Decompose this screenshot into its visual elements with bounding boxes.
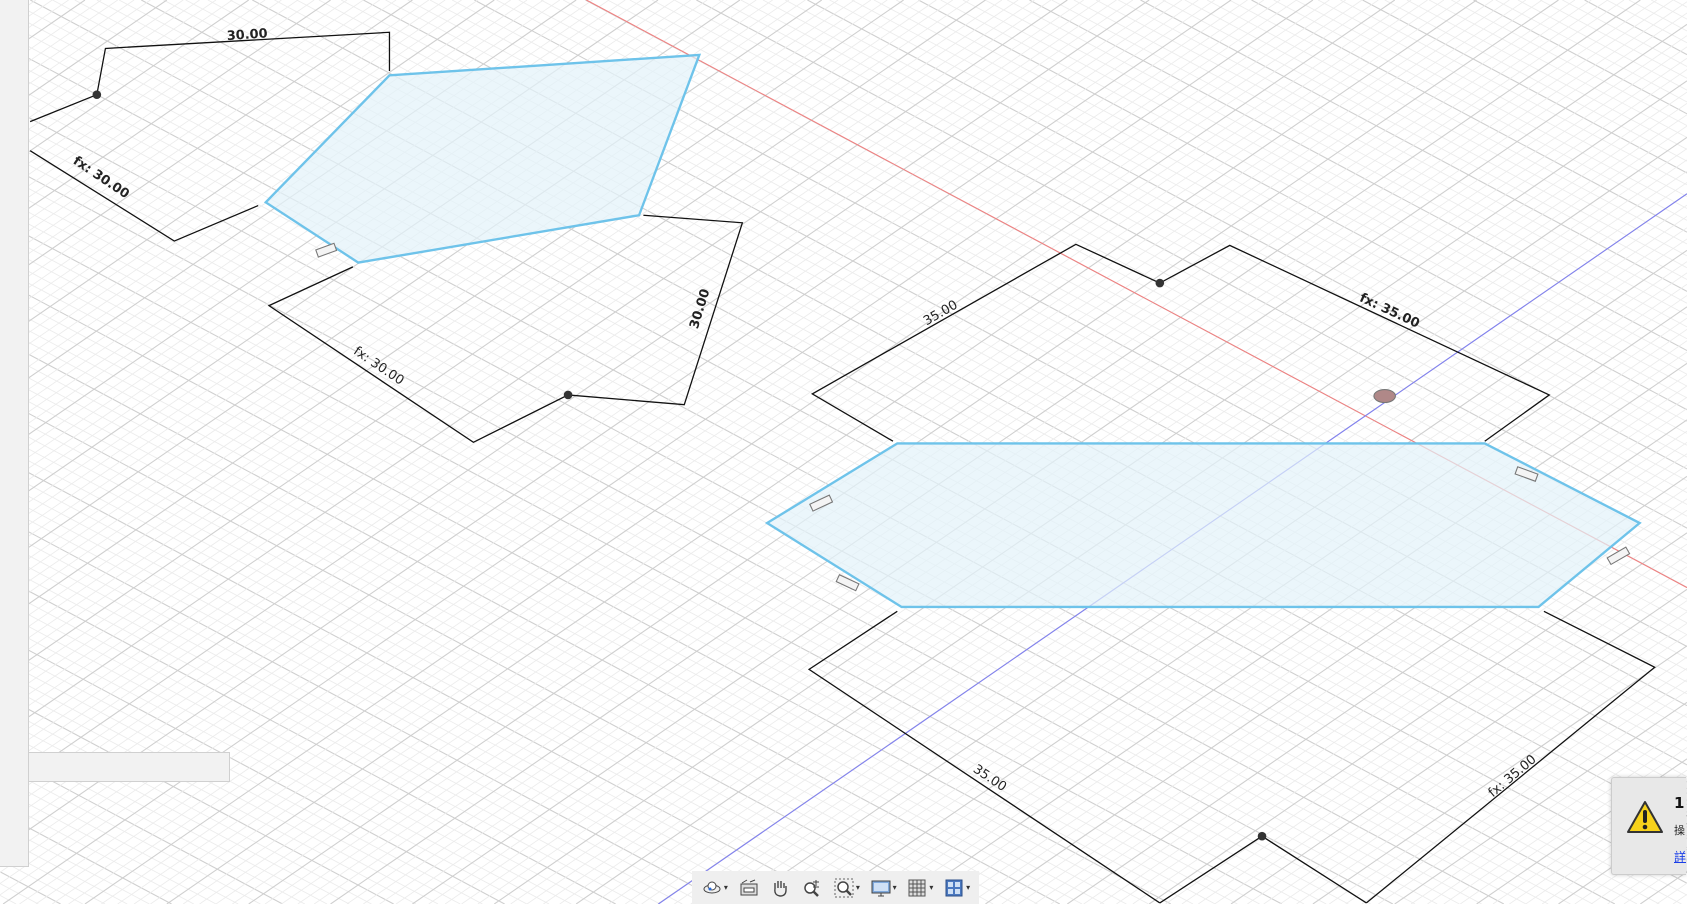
grid-line <box>1184 0 1687 269</box>
grid-line <box>0 516 727 904</box>
grid-line <box>718 0 1687 517</box>
hand-icon <box>774 880 788 897</box>
horizontal-constraint-icon[interactable] <box>1606 546 1631 566</box>
grid-line <box>0 681 417 904</box>
browser-panel <box>0 0 29 867</box>
grid-line <box>96 0 1687 849</box>
orbit-button[interactable]: ▾ <box>701 877 728 899</box>
zoom-icon <box>804 879 820 897</box>
grid-line <box>0 0 217 150</box>
dropdown-caret[interactable]: ▾ <box>966 883 970 892</box>
zoom-window-icon <box>834 878 854 897</box>
look-at-icon <box>740 879 758 895</box>
grid-line <box>0 492 772 904</box>
monitor-icon <box>871 880 891 896</box>
grid-line <box>1428 0 1687 138</box>
grid-line <box>918 0 1687 411</box>
grid-line <box>52 0 1687 872</box>
sketch-point[interactable] <box>1155 278 1165 288</box>
look-at-button[interactable] <box>738 877 760 899</box>
dimension-label[interactable]: fx: 35.00 <box>1357 291 1422 332</box>
grid-line <box>1473 0 1687 115</box>
grid-line <box>0 776 239 904</box>
grid-line <box>0 0 250 173</box>
grid-line <box>0 385 972 904</box>
origin-point[interactable] <box>1373 389 1396 404</box>
grid-line <box>1517 0 1687 91</box>
grid-line <box>0 587 594 904</box>
navigation-toolbar: ▾ ▾ ▾ ▾ ▾ <box>692 871 979 904</box>
display-settings-button[interactable]: ▾ <box>870 877 897 899</box>
viewports-icon <box>945 879 963 896</box>
pan-button[interactable] <box>769 877 791 899</box>
grid-line <box>1073 0 1687 328</box>
zoom-button[interactable] <box>801 877 823 899</box>
grid-line <box>886 351 1687 904</box>
grid-line <box>962 0 1687 387</box>
grid-line <box>1317 0 1687 198</box>
orbit-icon <box>703 881 721 893</box>
warning-notification[interactable]: 1 操 詳 <box>1611 777 1686 875</box>
grid-line <box>0 871 61 904</box>
grid-line <box>0 788 217 904</box>
grid-line <box>0 433 883 904</box>
warning-count: 1 <box>1674 794 1685 812</box>
sketch-point[interactable] <box>92 90 102 100</box>
comments-bar[interactable] <box>28 752 230 782</box>
grid-line <box>0 883 39 904</box>
grid-line <box>0 374 994 904</box>
dropdown-caret[interactable]: ▾ <box>856 883 860 892</box>
grid-line <box>854 329 1687 904</box>
grid-line <box>0 705 372 904</box>
grid-line <box>0 551 661 904</box>
grid-line <box>837 317 1687 904</box>
grid-line <box>1029 0 1687 352</box>
grid-line <box>1007 0 1687 363</box>
grid-snaps-button[interactable]: ▾ <box>906 877 933 899</box>
grid-line <box>0 563 639 904</box>
grid-line <box>1406 0 1687 150</box>
grid-line <box>1628 0 1687 32</box>
grid-icon <box>908 879 926 896</box>
grid-line <box>1384 0 1687 162</box>
grid-line <box>0 575 616 904</box>
grid-line <box>1206 0 1687 257</box>
grid-line <box>740 0 1687 505</box>
profile-hexagon[interactable] <box>764 442 1642 609</box>
sketch-point[interactable] <box>1257 831 1267 841</box>
grid-line <box>0 0 266 184</box>
warning-icon <box>1627 801 1663 833</box>
dimension-label[interactable]: 30.00 <box>226 26 268 44</box>
grid-line <box>1451 0 1687 127</box>
grid-line <box>0 326 1083 904</box>
dropdown-caret[interactable]: ▾ <box>724 883 728 892</box>
grid-line <box>0 409 927 904</box>
dropdown-caret[interactable]: ▾ <box>929 883 933 892</box>
dropdown-caret[interactable]: ▾ <box>893 883 897 892</box>
sketch-canvas[interactable]: 30.00 fx: 30.00 fx: 30.00 30.00 35.00 fx… <box>0 0 1687 904</box>
grid-line <box>1672 894 1687 904</box>
warning-details-link[interactable]: 詳 <box>1674 848 1686 865</box>
grid-line <box>0 0 200 139</box>
grid-line <box>0 456 838 904</box>
viewports-button[interactable]: ▾ <box>943 877 970 899</box>
fit-button[interactable]: ▾ <box>833 877 860 899</box>
sketch-point[interactable] <box>563 390 573 400</box>
warning-message: 操 <box>1674 824 1685 837</box>
grid-line <box>896 0 1687 422</box>
grid-line <box>0 764 261 904</box>
grid-line <box>762 0 1687 493</box>
